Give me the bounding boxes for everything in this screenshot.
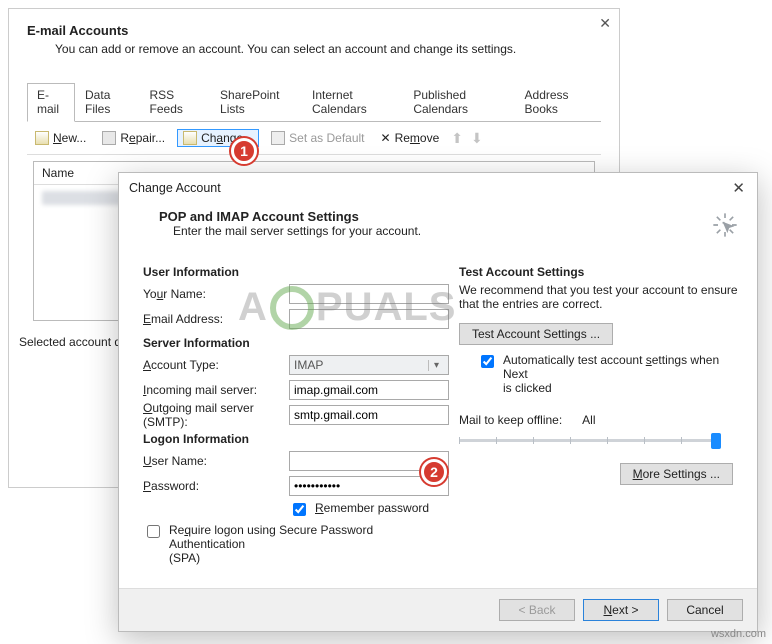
move-up-icon: ⬆ [451, 130, 463, 147]
your-name-field[interactable] [289, 284, 449, 304]
offline-value: All [582, 413, 595, 427]
account-tabs: E-mail Data Files RSS Feeds SharePoint L… [27, 82, 601, 122]
label-incoming: Incoming mail server: [143, 383, 289, 397]
auto-test-checkbox[interactable] [481, 355, 494, 368]
tab-internet-cal[interactable]: Internet Calendars [302, 83, 403, 122]
move-down-icon: ⬇ [471, 130, 483, 147]
section-user-info: User Information [143, 265, 449, 279]
chevron-down-icon: ▾ [428, 360, 444, 371]
repair-icon [102, 131, 116, 145]
close-icon[interactable]: ✕ [728, 179, 749, 197]
dialog-heading: POP and IMAP Account Settings [159, 209, 737, 224]
back-button: < Back [499, 599, 575, 621]
outgoing-server-field[interactable] [289, 405, 449, 425]
tab-data-files[interactable]: Data Files [75, 83, 140, 122]
offline-label: Mail to keep offline: [459, 413, 562, 427]
next-button[interactable]: Next > [583, 599, 659, 621]
email-field[interactable] [289, 309, 449, 329]
new-icon [35, 131, 49, 145]
remember-password-checkbox[interactable] [293, 503, 306, 516]
step-badge-2: 2 [421, 459, 447, 485]
tab-address-books[interactable]: Address Books [515, 83, 601, 122]
accounts-subtext: You can add or remove an account. You ca… [27, 38, 601, 74]
tab-sharepoint[interactable]: SharePoint Lists [210, 83, 302, 122]
remember-password-label: Remember password [315, 501, 429, 515]
label-username: User Name: [143, 454, 289, 468]
test-account-button[interactable]: Test Account Settings ... [459, 323, 613, 345]
slider-thumb[interactable] [711, 433, 721, 449]
spa-label: Require logon using Secure Password Auth… [169, 523, 449, 565]
dialog-footer: < Back Next > Cancel [119, 588, 757, 631]
change-account-window: Change Account ✕ POP and IMAP Account Se… [118, 172, 758, 632]
change-icon [183, 131, 197, 145]
accounts-heading: E-mail Accounts [27, 23, 601, 38]
label-account-type: Account Type: [143, 358, 289, 372]
incoming-server-field[interactable] [289, 380, 449, 400]
section-logon-info: Logon Information [143, 432, 449, 446]
offline-slider[interactable] [459, 431, 719, 449]
window-title: Change Account [129, 181, 221, 195]
attribution: wsxdn.com [711, 628, 766, 640]
test-description: We recommend that you test your account … [459, 283, 739, 311]
step-badge-1: 1 [231, 138, 257, 164]
tab-email[interactable]: E-mail [27, 83, 75, 122]
account-type-combo: IMAP▾ [289, 355, 449, 375]
remove-icon: ✕ [381, 131, 391, 145]
close-icon[interactable]: ✕ [599, 15, 611, 32]
remove-button[interactable]: ✕ Remove [377, 129, 444, 147]
cursor-decoration-icon [711, 211, 739, 242]
default-icon [271, 131, 285, 145]
auto-test-label: Automatically test account settings when… [503, 353, 739, 395]
more-settings-button[interactable]: More Settings ... [620, 463, 733, 485]
tab-published-cal[interactable]: Published Calendars [403, 83, 514, 122]
label-outgoing: Outgoing mail server (SMTP): [143, 401, 289, 429]
set-default-button: Set as Default [267, 129, 368, 147]
section-test-settings: Test Account Settings [459, 265, 739, 279]
section-server-info: Server Information [143, 336, 449, 350]
cancel-button[interactable]: Cancel [667, 599, 743, 621]
repair-button[interactable]: Repair... [98, 129, 169, 147]
accounts-toolbar: New... Repair... Change... Set as Defaul… [27, 122, 601, 155]
label-your-name: Your Name: [143, 287, 289, 301]
spa-checkbox[interactable] [147, 525, 160, 538]
new-button[interactable]: New... [31, 129, 90, 147]
label-password: Password: [143, 479, 289, 493]
label-email: Email Address: [143, 312, 289, 326]
tab-rss[interactable]: RSS Feeds [140, 83, 211, 122]
dialog-subheading: Enter the mail server settings for your … [159, 224, 737, 238]
